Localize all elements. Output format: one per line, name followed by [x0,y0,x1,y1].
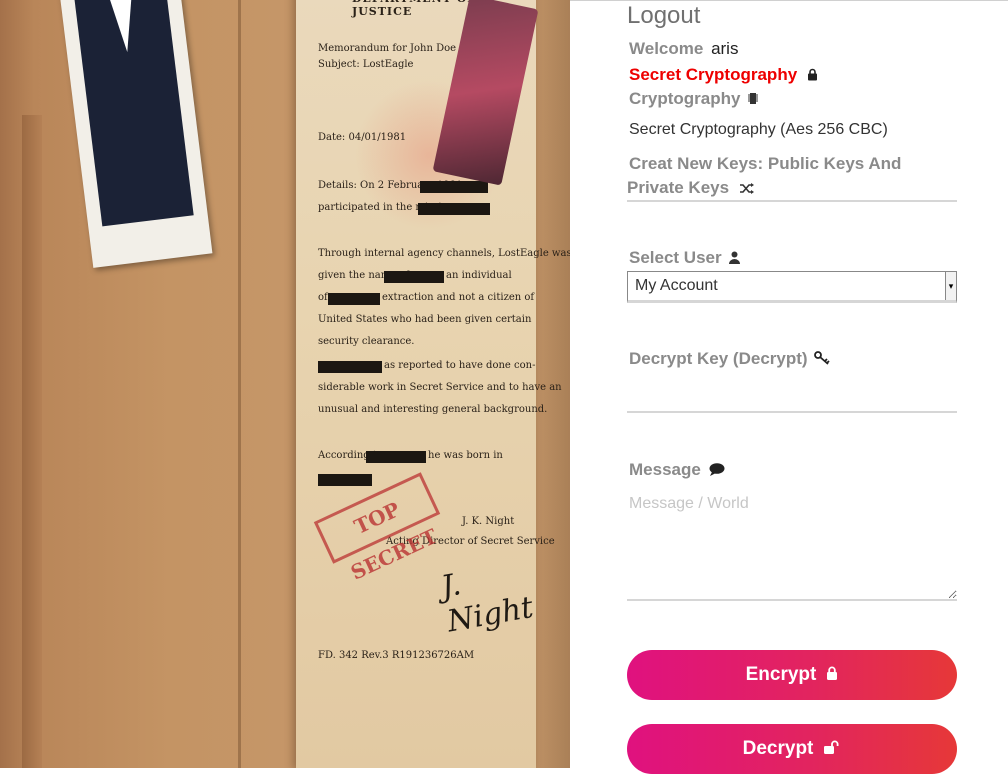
document-line: extraction and not a citizen of [382,292,535,303]
encrypt-button[interactable]: Encrypt [627,650,957,700]
user-select-value: My Account [635,277,718,294]
decrypt-key-label: Decrypt Key (Decrypt) [629,349,808,368]
select-user-label-row: Select User [629,248,741,269]
message-input[interactable] [627,493,957,601]
welcome-line: Welcome aris [629,39,738,59]
logout-link[interactable]: Logout [627,2,700,30]
document-line: Date: 04/01/1981 [318,132,407,143]
create-keys-label: Creat New Keys: Public Keys And Private … [627,154,902,197]
create-keys-link[interactable]: Creat New Keys: Public Keys And Private … [627,152,957,201]
document-line: Subject: LostEagle [318,59,414,70]
decrypt-key-input[interactable] [627,373,957,413]
document-line: as reported to have done con- [384,360,536,371]
select-user-label: Select User [629,248,722,267]
agent-photo [58,0,213,268]
redaction-bar [384,271,444,283]
redaction-bar [318,361,382,373]
shuffle-icon [738,177,754,201]
redaction-bar [418,203,490,215]
document-line: security clearance. [318,336,415,347]
document-line: siderable work in Secret Service and to … [318,382,562,393]
crypto-panel: Logout Welcome aris Secret Cryptography … [570,0,1008,774]
document-footer: FD. 342 Rev.3 R191236726AM [318,650,475,661]
key-icon [814,350,830,370]
cryptography-link[interactable]: Cryptography [629,89,759,110]
welcome-label: Welcome [629,39,704,58]
redaction-bar [318,474,372,486]
chat-bubble-icon [709,461,725,481]
document-signer: J. K. Night [462,516,515,527]
message-label-row: Message [629,460,725,481]
decrypt-button-label: Decrypt [742,738,814,759]
redaction-bar [366,451,426,463]
decrypt-key-label-row: Decrypt Key (Decrypt) [629,349,830,370]
username: aris [711,39,739,58]
signature: J. Night [438,567,536,640]
lock-icon [807,66,818,86]
unlock-icon [823,738,841,760]
user-select[interactable]: My Account ▾ [627,271,957,303]
decrypt-button[interactable]: Decrypt [627,724,957,774]
encrypt-button-label: Encrypt [745,664,817,685]
user-icon [729,249,741,269]
redaction-bar [328,293,380,305]
cryptography-label: Cryptography [629,89,741,108]
chevron-down-icon[interactable]: ▾ [945,272,956,300]
document-line: he was born in [428,450,503,461]
document-line: Memorandum for John Doe [318,43,457,54]
secret-cryptography-link[interactable]: Secret Cryptography [629,65,818,86]
folder-crease [238,0,241,768]
secret-cryptography-label: Secret Cryptography [629,65,798,84]
chip-icon [748,90,759,110]
suit [71,0,194,227]
section-divider [627,200,957,202]
document-line: an individual [446,270,512,281]
document-line: unusual and interesting general backgrou… [318,404,548,415]
message-label: Message [629,460,701,479]
algorithm-text: Secret Cryptography (Aes 256 CBC) [629,121,888,138]
lock-icon [826,664,838,686]
document-line: of [318,292,328,303]
document-line: Through internal agency channels, LostEa… [318,248,570,259]
redaction-bar [420,181,488,193]
background-illustration: DEPARTMENT OF JUSTICE Memorandum for Joh… [0,0,570,768]
document-line: United States who had been given certain [318,314,532,325]
folder-tab [22,115,42,768]
